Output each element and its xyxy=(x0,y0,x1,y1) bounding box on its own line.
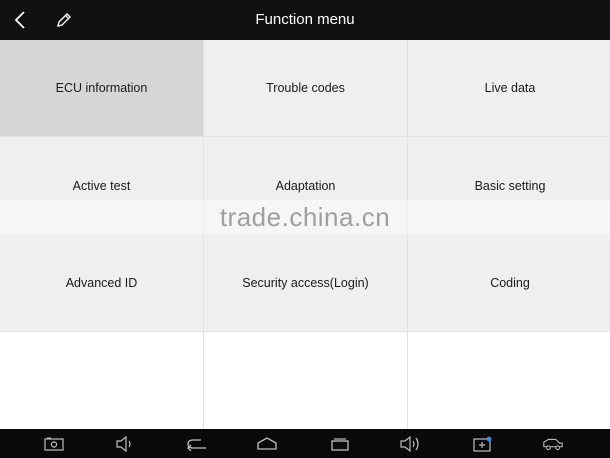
back-icon[interactable] xyxy=(186,434,208,454)
menu-item-label: Security access(Login) xyxy=(242,276,369,290)
home-icon[interactable] xyxy=(256,434,278,454)
menu-item-trouble-codes[interactable]: Trouble codes xyxy=(204,40,407,137)
menu-item-label: Advanced ID xyxy=(65,276,138,290)
empty-tile xyxy=(204,332,407,429)
page-title: Function menu xyxy=(255,11,355,28)
menu-item-label: Coding xyxy=(490,276,530,290)
recent-apps-icon[interactable] xyxy=(329,434,351,454)
menu-item-coding[interactable]: Coding xyxy=(408,235,610,332)
add-shortcut-icon[interactable] xyxy=(472,434,494,454)
volume-down-icon[interactable] xyxy=(114,434,136,454)
screenshot-icon[interactable] xyxy=(43,434,65,454)
empty-tile xyxy=(408,332,610,429)
menu-item-label: Live data xyxy=(484,81,536,95)
navigation-bar xyxy=(0,429,610,458)
menu-item-label: Basic setting xyxy=(474,178,546,193)
vehicle-icon[interactable] xyxy=(542,434,564,454)
menu-item-label: Trouble codes xyxy=(266,81,345,95)
menu-item-label: Adaptation xyxy=(275,178,336,193)
volume-up-icon[interactable] xyxy=(399,434,421,454)
menu-item-advanced-id[interactable]: Advanced ID xyxy=(0,235,203,332)
menu-item-live-data[interactable]: Live data xyxy=(408,40,610,137)
top-bar: Function menu xyxy=(0,0,610,40)
empty-tile xyxy=(0,332,203,429)
menu-item-security-access[interactable]: Security access(Login) xyxy=(204,235,407,332)
menu-item-label: Active test xyxy=(72,178,131,193)
watermark: trade.china.cn xyxy=(219,202,391,232)
menu-item-label: ECU information xyxy=(55,81,148,95)
menu-item-ecu-information[interactable]: ECU information xyxy=(0,40,203,137)
